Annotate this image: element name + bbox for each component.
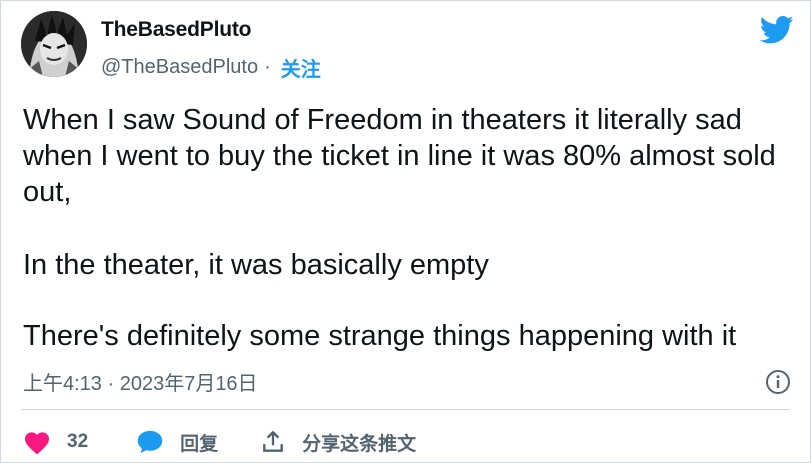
tweet-timestamp[interactable]: 上午4:13 · 2023年7月16日	[23, 367, 258, 396]
tweet-card: TheBasedPluto @TheBasedPluto · 关注 When I…	[0, 0, 811, 463]
like-button[interactable]: 32	[23, 429, 136, 455]
twitter-bird-icon-svg	[759, 15, 794, 44]
reply-button[interactable]: 回复	[136, 429, 260, 456]
share-label: 分享这条推文	[302, 433, 417, 455]
author-handle[interactable]: @TheBasedPluto	[101, 56, 258, 79]
handle-separator: ·	[264, 56, 271, 78]
share-button[interactable]: 分享这条推文	[260, 429, 416, 456]
twitter-bird-icon[interactable]	[759, 15, 794, 45]
speech-bubble-icon	[137, 430, 163, 454]
action-bar: 32 回复 分享这条推文	[23, 425, 416, 459]
author-display-name[interactable]: TheBasedPluto	[101, 18, 251, 42]
author-handle-row: @TheBasedPluto · 关注	[101, 53, 321, 82]
tweet-text-paragraph: When I saw Sound of Freedom in theaters …	[23, 104, 776, 208]
tweet-text-paragraph: There's definitely some strange things h…	[23, 320, 737, 352]
divider	[21, 409, 790, 410]
heart-icon	[24, 432, 50, 455]
like-count: 32	[67, 431, 89, 452]
reply-label: 回复	[180, 433, 219, 455]
avatar-image	[21, 11, 87, 77]
follow-link[interactable]: 关注	[281, 53, 321, 82]
info-icon[interactable]	[765, 369, 791, 395]
info-icon-svg	[766, 370, 790, 394]
share-upload-icon	[263, 431, 284, 452]
tweet-text-paragraph: In the theater, it was basically empty	[23, 249, 489, 281]
avatar[interactable]	[21, 11, 87, 77]
